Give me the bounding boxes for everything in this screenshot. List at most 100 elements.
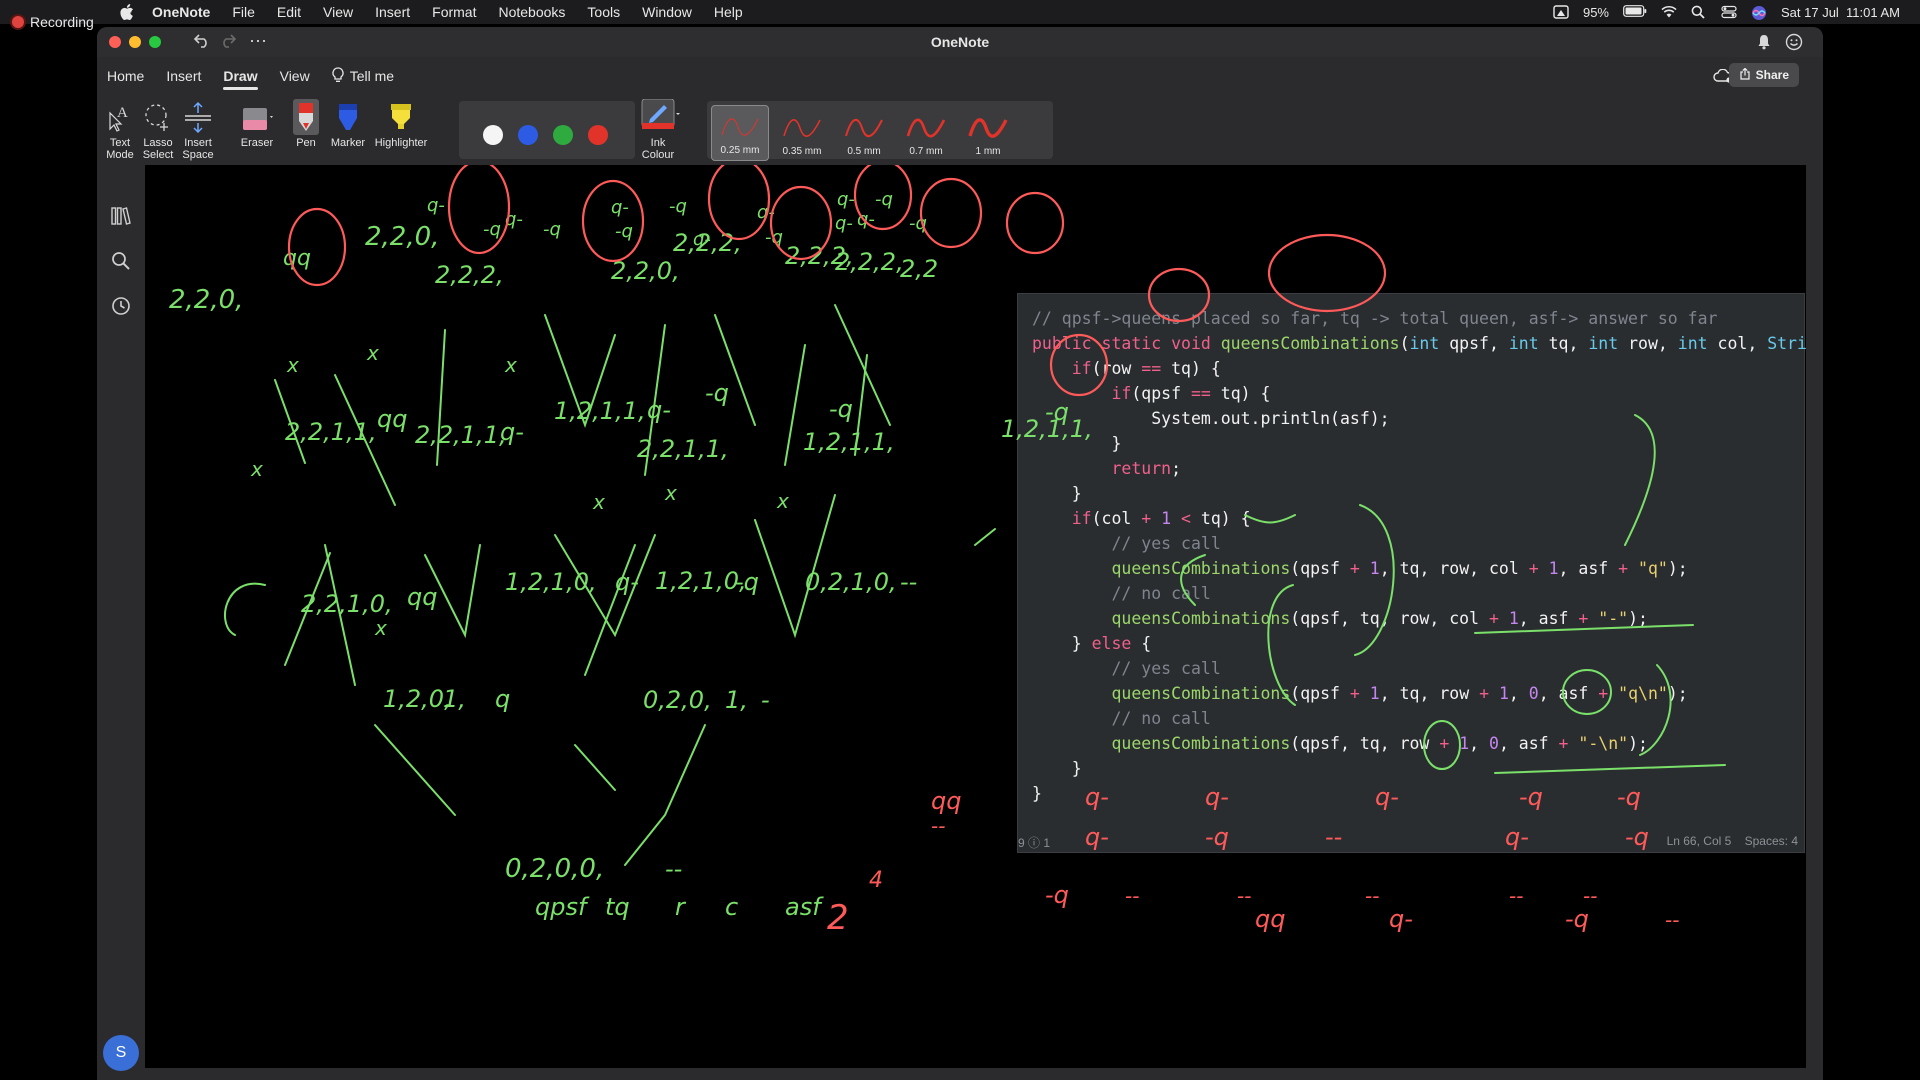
width-option-0-25mm[interactable]: 0.25 mm bbox=[711, 105, 769, 161]
tell-me-label: Tell me bbox=[349, 68, 395, 84]
ink-text: qq bbox=[377, 405, 407, 433]
ink-text: 2,2,1,0, bbox=[301, 590, 393, 618]
width-option-0-5mm[interactable]: 0.5 mm bbox=[835, 105, 893, 161]
green-circle-stroke bbox=[1423, 720, 1462, 770]
ink-text: -q bbox=[483, 219, 501, 240]
menu-format[interactable]: Format bbox=[432, 4, 476, 20]
macos-menu-bar: OneNote File Edit View Insert Format Not… bbox=[0, 0, 1920, 24]
eraser-label: Eraser bbox=[240, 137, 274, 149]
highlighter-button[interactable]: Highlighter bbox=[369, 99, 433, 149]
ink-text: 1, bbox=[443, 685, 466, 713]
menu-notebooks[interactable]: Notebooks bbox=[498, 4, 565, 20]
battery-icon[interactable] bbox=[1623, 5, 1647, 19]
text-mode-button[interactable]: A Text Mode bbox=[105, 99, 135, 161]
green-branch-stroke bbox=[974, 528, 996, 546]
insert-space-icon bbox=[183, 99, 213, 135]
ink-text: q- bbox=[837, 189, 855, 210]
swatch-white[interactable] bbox=[483, 125, 503, 145]
menu-view[interactable]: View bbox=[323, 4, 353, 20]
recording-indicator[interactable]: Recording bbox=[12, 14, 94, 30]
menu-window[interactable]: Window bbox=[642, 4, 692, 20]
ink-text: qq bbox=[407, 583, 437, 611]
menu-edit[interactable]: Edit bbox=[277, 4, 301, 20]
insert-space-label-1: Insert bbox=[184, 137, 212, 149]
control-center-icon[interactable] bbox=[1721, 5, 1737, 19]
green-branch-stroke bbox=[1494, 764, 1726, 774]
share-button[interactable]: Share bbox=[1728, 63, 1799, 87]
user-avatar[interactable]: S bbox=[103, 1035, 139, 1071]
width-option-0-7mm[interactable]: 0.7 mm bbox=[897, 105, 955, 161]
swatch-green[interactable] bbox=[553, 125, 573, 145]
red-circle-stroke bbox=[447, 165, 511, 255]
green-branch-stroke bbox=[574, 744, 616, 791]
spotlight-search-icon[interactable] bbox=[1691, 5, 1707, 19]
ink-text: q- bbox=[693, 229, 711, 250]
ink-text: -q bbox=[1625, 823, 1649, 851]
marker-button[interactable]: Marker bbox=[329, 99, 367, 149]
tab-home[interactable]: Home bbox=[107, 66, 144, 86]
ink-text: q- bbox=[835, 213, 853, 234]
insert-space-button[interactable]: Insert Space bbox=[181, 99, 215, 161]
swatch-blue[interactable] bbox=[518, 125, 538, 145]
tab-insert[interactable]: Insert bbox=[166, 66, 201, 86]
record-dot-icon bbox=[12, 16, 24, 28]
red-circle-stroke bbox=[1267, 233, 1387, 313]
highlighter-label: Highlighter bbox=[374, 137, 428, 149]
squiggle-icon bbox=[721, 118, 759, 136]
menu-help[interactable]: Help bbox=[714, 4, 743, 20]
green-branch-stroke bbox=[1244, 514, 1296, 524]
ink-text: tq bbox=[605, 893, 630, 921]
siri-icon[interactable] bbox=[1751, 5, 1767, 20]
ink-colour-icon bbox=[636, 99, 680, 135]
feedback-smiley-icon[interactable] bbox=[1785, 33, 1803, 56]
ink-text: -- bbox=[1237, 884, 1251, 908]
green-branch-stroke bbox=[374, 724, 456, 816]
user-status-icon[interactable] bbox=[1553, 5, 1569, 19]
battery-percent: 95% bbox=[1582, 4, 1609, 20]
notebooks-icon[interactable] bbox=[110, 205, 132, 227]
ink-text: qpsf bbox=[535, 893, 590, 921]
ink-text: -q bbox=[615, 221, 633, 242]
ink-text: -q bbox=[1519, 783, 1543, 811]
search-icon[interactable] bbox=[110, 250, 132, 272]
ink-text: q- bbox=[500, 418, 524, 446]
tab-draw[interactable]: Draw bbox=[223, 66, 258, 90]
red-circle-stroke bbox=[1005, 191, 1065, 255]
ink-text: -q bbox=[543, 219, 561, 240]
apple-menu-icon[interactable] bbox=[118, 3, 136, 21]
wifi-icon[interactable] bbox=[1661, 5, 1677, 19]
width-option-0-35mm[interactable]: 0.35 mm bbox=[773, 105, 831, 161]
pen-button[interactable]: Pen bbox=[289, 99, 323, 149]
ink-colour-button[interactable]: Ink Colour bbox=[633, 99, 683, 161]
menu-file[interactable]: File bbox=[232, 4, 255, 20]
ink-text: -- bbox=[665, 855, 682, 883]
lasso-select-button[interactable]: Lasso Select bbox=[141, 99, 175, 161]
recent-clock-icon[interactable] bbox=[110, 295, 132, 317]
ink-text: 1, bbox=[725, 686, 748, 714]
menu-tools[interactable]: Tools bbox=[587, 4, 620, 20]
squiggle-icon bbox=[906, 118, 946, 138]
ink-text: qq bbox=[1255, 905, 1285, 933]
tell-me-search[interactable]: Tell me bbox=[332, 66, 395, 86]
ink-text: 2,2,2, bbox=[835, 248, 904, 276]
squiggle-icon bbox=[968, 118, 1008, 138]
tab-view[interactable]: View bbox=[280, 66, 310, 86]
red-circle-stroke bbox=[1049, 333, 1109, 397]
swatch-red[interactable] bbox=[588, 125, 608, 145]
ink-text: -- bbox=[931, 814, 945, 838]
menu-clock[interactable]: Sat 17 Jul 11:01 AM bbox=[1781, 5, 1900, 20]
svg-text:A: A bbox=[117, 105, 128, 121]
share-icon bbox=[1739, 67, 1751, 83]
ink-text: x bbox=[504, 353, 517, 377]
page-canvas[interactable]: // qpsf->queens placed so far, tq -> tot… bbox=[145, 165, 1806, 1068]
ink-text: q- bbox=[1205, 783, 1229, 811]
menu-insert[interactable]: Insert bbox=[375, 4, 410, 20]
menu-app-onenote[interactable]: OneNote bbox=[152, 4, 210, 20]
notifications-bell-icon[interactable] bbox=[1757, 34, 1771, 55]
recording-label: Recording bbox=[30, 14, 94, 30]
width-option-1mm[interactable]: 1 mm bbox=[959, 105, 1017, 161]
green-branch-stroke bbox=[1267, 584, 1296, 706]
eraser-button[interactable]: Eraser bbox=[237, 99, 277, 149]
onenote-window: ⋯ OneNote Home Insert Draw View Tell me … bbox=[97, 27, 1823, 1080]
ink-text: -q bbox=[1045, 398, 1069, 426]
